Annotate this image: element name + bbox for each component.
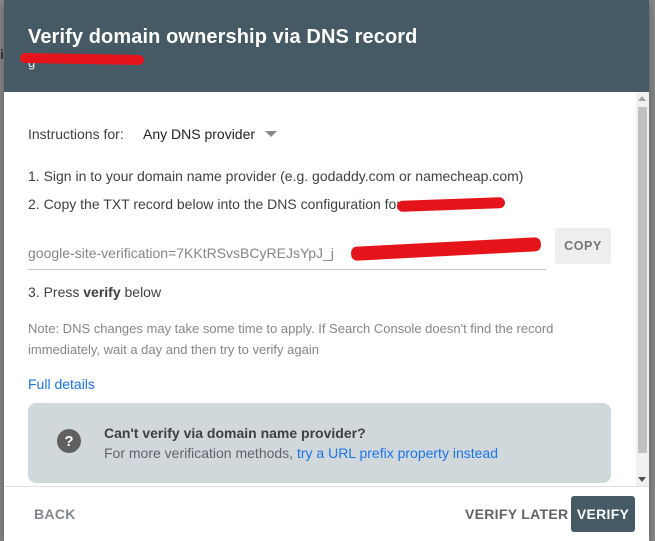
redaction-mark [19, 52, 145, 66]
step-copy-txt-text: 2. Copy the TXT record below into the DN… [28, 196, 402, 212]
info-text-prefix: For more verification methods, [104, 445, 297, 461]
dns-provider-value: Any DNS provider [143, 126, 256, 142]
verify-dns-dialog: Verify domain ownership via DNS record g… [4, 0, 649, 541]
copy-button[interactable]: COPY [555, 228, 611, 264]
dns-note: Note: DNS changes may take some time to … [28, 321, 554, 357]
dialog-title: Verify domain ownership via DNS record [28, 26, 418, 48]
dialog-content: Instructions for: Any DNS provider 1. Si… [4, 92, 636, 486]
verify-button[interactable]: VERIFY [571, 496, 635, 532]
url-prefix-link[interactable]: try a URL prefix property instead [297, 445, 498, 461]
step-press-verify-suffix: below [120, 284, 162, 300]
step-press-verify-bold: verify [83, 284, 121, 300]
scroll-down-icon[interactable] [638, 477, 646, 482]
dns-provider-dropdown[interactable]: Any DNS provider [143, 126, 278, 142]
redaction-mark [396, 197, 506, 212]
step-copy-txt: 2. Copy the TXT record below into the DN… [28, 196, 401, 212]
info-text: For more verification methods, try a URL… [104, 445, 498, 461]
alternative-method-box: ? Can't verify via domain name provider?… [28, 403, 611, 483]
scroll-up-icon[interactable] [638, 96, 646, 101]
txt-record-value: google-site-verification=7KKtRSvsBCyREJs… [28, 245, 334, 261]
dialog-header: Verify domain ownership via DNS record g [4, 0, 649, 92]
step-press-verify: 3. Press verify below [28, 284, 161, 300]
full-details-link[interactable]: Full details [28, 376, 95, 392]
page-backdrop-right [649, 0, 655, 541]
content-scrollbar[interactable] [636, 92, 649, 486]
back-button[interactable]: BACK [34, 506, 76, 522]
instructions-row: Instructions for: Any DNS provider [28, 126, 278, 142]
dropdown-caret-icon [265, 131, 278, 137]
scroll-thumb[interactable] [638, 107, 647, 453]
step-sign-in: 1. Sign in to your domain name provider … [28, 168, 524, 184]
info-title: Can't verify via domain name provider? [104, 425, 366, 441]
step-press-verify-prefix: 3. Press [28, 284, 84, 300]
dialog-footer: BACK VERIFY LATER VERIFY [4, 486, 649, 541]
help-circle-icon: ? [57, 429, 81, 453]
instructions-label: Instructions for: [28, 126, 124, 142]
verify-later-button[interactable]: VERIFY LATER [465, 506, 568, 522]
